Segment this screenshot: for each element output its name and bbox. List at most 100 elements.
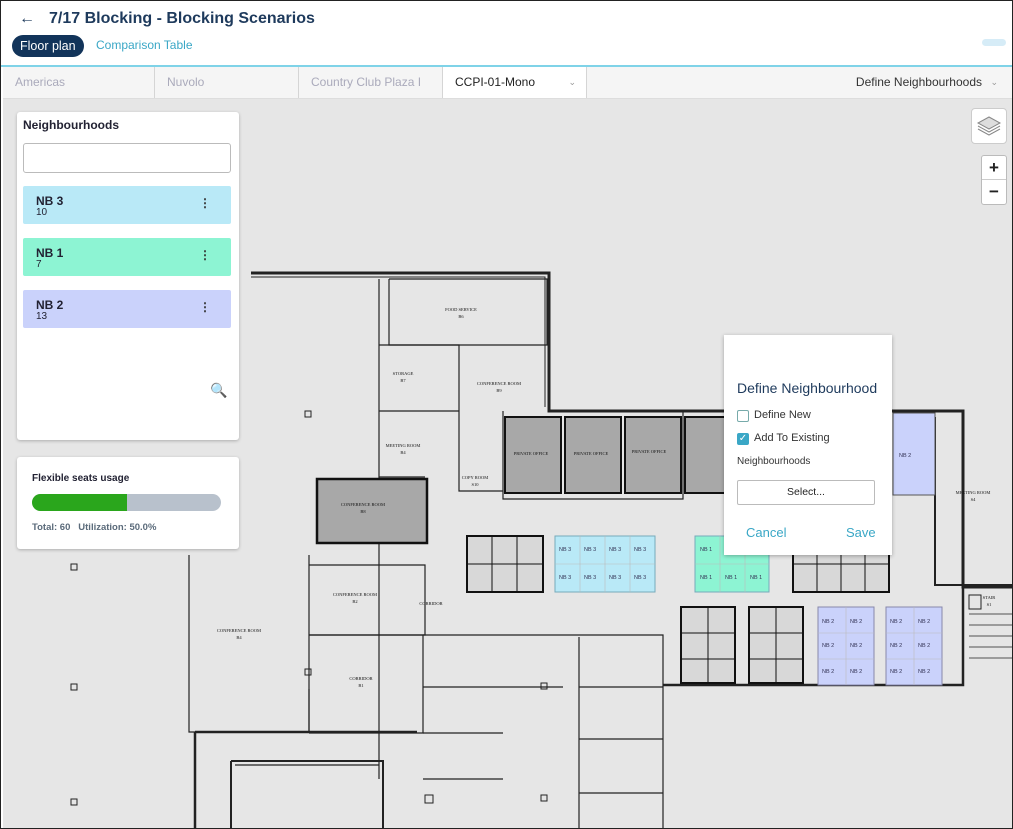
define-new-label: Define New — [754, 409, 811, 421]
header-pill[interactable] — [982, 39, 1006, 46]
neighbourhood-count: 13 — [36, 311, 48, 322]
room-label-stair: STAIR — [983, 595, 996, 600]
neighbourhoods-title: Neighbourhoods — [23, 118, 119, 132]
desk-label: NB 1 — [700, 575, 712, 581]
room-num-copy: S10 — [471, 482, 479, 487]
add-to-existing-checkbox[interactable]: ✓ — [737, 433, 749, 445]
desk-label: NB 1 — [750, 575, 762, 581]
floor-selector-value: CCPI-01-Mono — [455, 75, 536, 89]
room-label-meeting-right: MEETING ROOM — [956, 490, 991, 495]
room-label-corridor-b1: CORRIDOR — [349, 676, 372, 681]
desk-label: NB 3 — [584, 547, 596, 553]
desk-label: NB 2 — [918, 619, 930, 625]
desk-label: NB 3 — [634, 547, 646, 553]
room-label-conf-b9: CONFERENCE ROOM — [477, 381, 521, 386]
neighbourhoods-label: Neighbourhoods — [737, 456, 811, 467]
room-num-food-service: B6 — [458, 314, 464, 319]
define-neighbourhood-dialog: Define Neighbourhood Define New ✓ Add To… — [724, 335, 892, 555]
flexible-seats-title: Flexible seats usage — [32, 473, 130, 484]
breadcrumb-bar: Americas Nuvolo Country Club Plaza I CCP… — [3, 67, 1012, 99]
desk-label: NB 3 — [559, 575, 571, 581]
desk-label: NB 2 — [890, 619, 902, 625]
dialog-title: Define Neighbourhood — [737, 380, 878, 396]
neighbourhood-select[interactable]: Select... — [737, 480, 875, 505]
define-new-checkbox[interactable] — [737, 410, 749, 422]
tab-floor-plan[interactable]: Floor plan — [12, 35, 84, 57]
neighbourhood-item-nb3[interactable]: NB 3 10 ⋮ — [23, 186, 231, 224]
neighbourhoods-panel: Neighbourhoods NB 3 10 ⋮ NB 1 7 ⋮ NB 2 1… — [17, 112, 239, 440]
desk-label: NB 2 — [822, 669, 834, 675]
desk-label: NB 2 — [918, 643, 930, 649]
desk-label: NB 2 — [890, 669, 902, 675]
breadcrumb-building[interactable]: Country Club Plaza I — [299, 67, 443, 98]
more-vertical-icon[interactable]: ⋮ — [199, 196, 211, 210]
zoom-control: + − — [981, 155, 1007, 205]
room-label-conf-b8: CONFERENCE ROOM — [341, 502, 385, 507]
room-num-storage: B7 — [400, 378, 406, 383]
back-arrow-icon[interactable]: ← — [19, 10, 35, 28]
neighbourhood-search-input[interactable] — [23, 143, 231, 173]
desk-label: NB 2 — [822, 643, 834, 649]
desk-label: NB 2 — [899, 453, 911, 459]
floor-selector[interactable]: CCPI-01-Mono ⌄ — [443, 67, 587, 98]
room-label-office-1: PRIVATE OFFICE — [514, 451, 549, 456]
add-to-existing-label: Add To Existing — [754, 432, 830, 444]
neighbourhood-name: NB 3 — [36, 194, 64, 208]
cancel-button[interactable]: Cancel — [746, 525, 786, 540]
desk-label: NB 1 — [700, 547, 712, 553]
neighbourhood-item-nb2[interactable]: NB 2 13 ⋮ — [23, 290, 231, 328]
room-label-corridor: CORRIDOR — [419, 601, 442, 606]
room-num-corridor-b1: B1 — [358, 683, 363, 688]
desk-label: NB 2 — [822, 619, 834, 625]
layers-button[interactable] — [971, 108, 1007, 144]
zoom-out-button[interactable]: − — [982, 180, 1006, 204]
desk-label: NB 3 — [609, 575, 621, 581]
room-label-food-service: FOOD SERVICE — [445, 307, 477, 312]
desk-label: NB 2 — [890, 643, 902, 649]
room-num-conf-b9: B9 — [496, 388, 502, 393]
more-vertical-icon[interactable]: ⋮ — [199, 300, 211, 314]
layers-icon — [976, 116, 1002, 136]
neighbourhood-item-nb1[interactable]: NB 1 7 ⋮ — [23, 238, 231, 276]
neighbourhood-name: NB 2 — [36, 298, 64, 312]
room-num-meeting-right: S4 — [971, 497, 977, 502]
desk-label: NB 2 — [918, 669, 930, 675]
floor-plan-map[interactable]: FOOD SERVICE B6 STORAGE B7 CONFERENCE RO… — [3, 99, 1012, 828]
room-num-stair: S1 — [987, 602, 992, 607]
room-label-meeting: MEETING ROOM — [386, 443, 421, 448]
zoom-cursor-icon: 🔍 — [210, 382, 228, 398]
breadcrumb-company[interactable]: Nuvolo — [155, 67, 299, 98]
flexible-seats-panel: Flexible seats usage Total: 60 Utilizati… — [17, 457, 239, 549]
neighbourhood-name: NB 1 — [36, 246, 64, 260]
room-label-office-2: PRIVATE OFFICE — [574, 451, 609, 456]
page-title: 7/17 Blocking - Blocking Scenarios — [49, 10, 315, 27]
desk-label: NB 3 — [559, 547, 571, 553]
utilization-progress-fill — [32, 494, 127, 511]
save-button[interactable]: Save — [846, 525, 876, 540]
room-label-storage: STORAGE — [393, 371, 414, 376]
room-label-conf-b4: CONFERENCE ROOM — [217, 628, 261, 633]
room-label-office-3: PRIVATE OFFICE — [632, 449, 667, 454]
chevron-down-icon: ⌄ — [568, 77, 576, 87]
desk-label: NB 2 — [850, 669, 862, 675]
room-num-meeting: B4 — [400, 450, 406, 455]
breadcrumb-region[interactable]: Americas — [3, 67, 155, 98]
room-label-copy: COPY ROOM — [462, 475, 488, 480]
neighbourhood-count: 10 — [36, 207, 48, 218]
more-vertical-icon[interactable]: ⋮ — [199, 248, 211, 262]
desk-label: NB 1 — [725, 575, 737, 581]
tab-comparison-table[interactable]: Comparison Table — [96, 38, 193, 52]
utilization-progress-bar — [32, 494, 221, 511]
room-num-conf-b8: B8 — [360, 509, 366, 514]
room-label-conf-b2: CONFERENCE ROOM — [333, 592, 377, 597]
desk-label: NB 2 — [850, 643, 862, 649]
zoom-in-button[interactable]: + — [982, 156, 1006, 180]
desk-label: NB 2 — [850, 619, 862, 625]
neighbourhood-count: 7 — [36, 259, 42, 270]
room-num-conf-b2: B2 — [352, 599, 357, 604]
desk-label: NB 3 — [609, 547, 621, 553]
desk-label: NB 3 — [584, 575, 596, 581]
mode-selector[interactable]: Define Neighbourhoods — [856, 67, 982, 98]
desk-label: NB 3 — [634, 575, 646, 581]
app-header: ← 7/17 Blocking - Blocking Scenarios Flo… — [1, 1, 1012, 67]
